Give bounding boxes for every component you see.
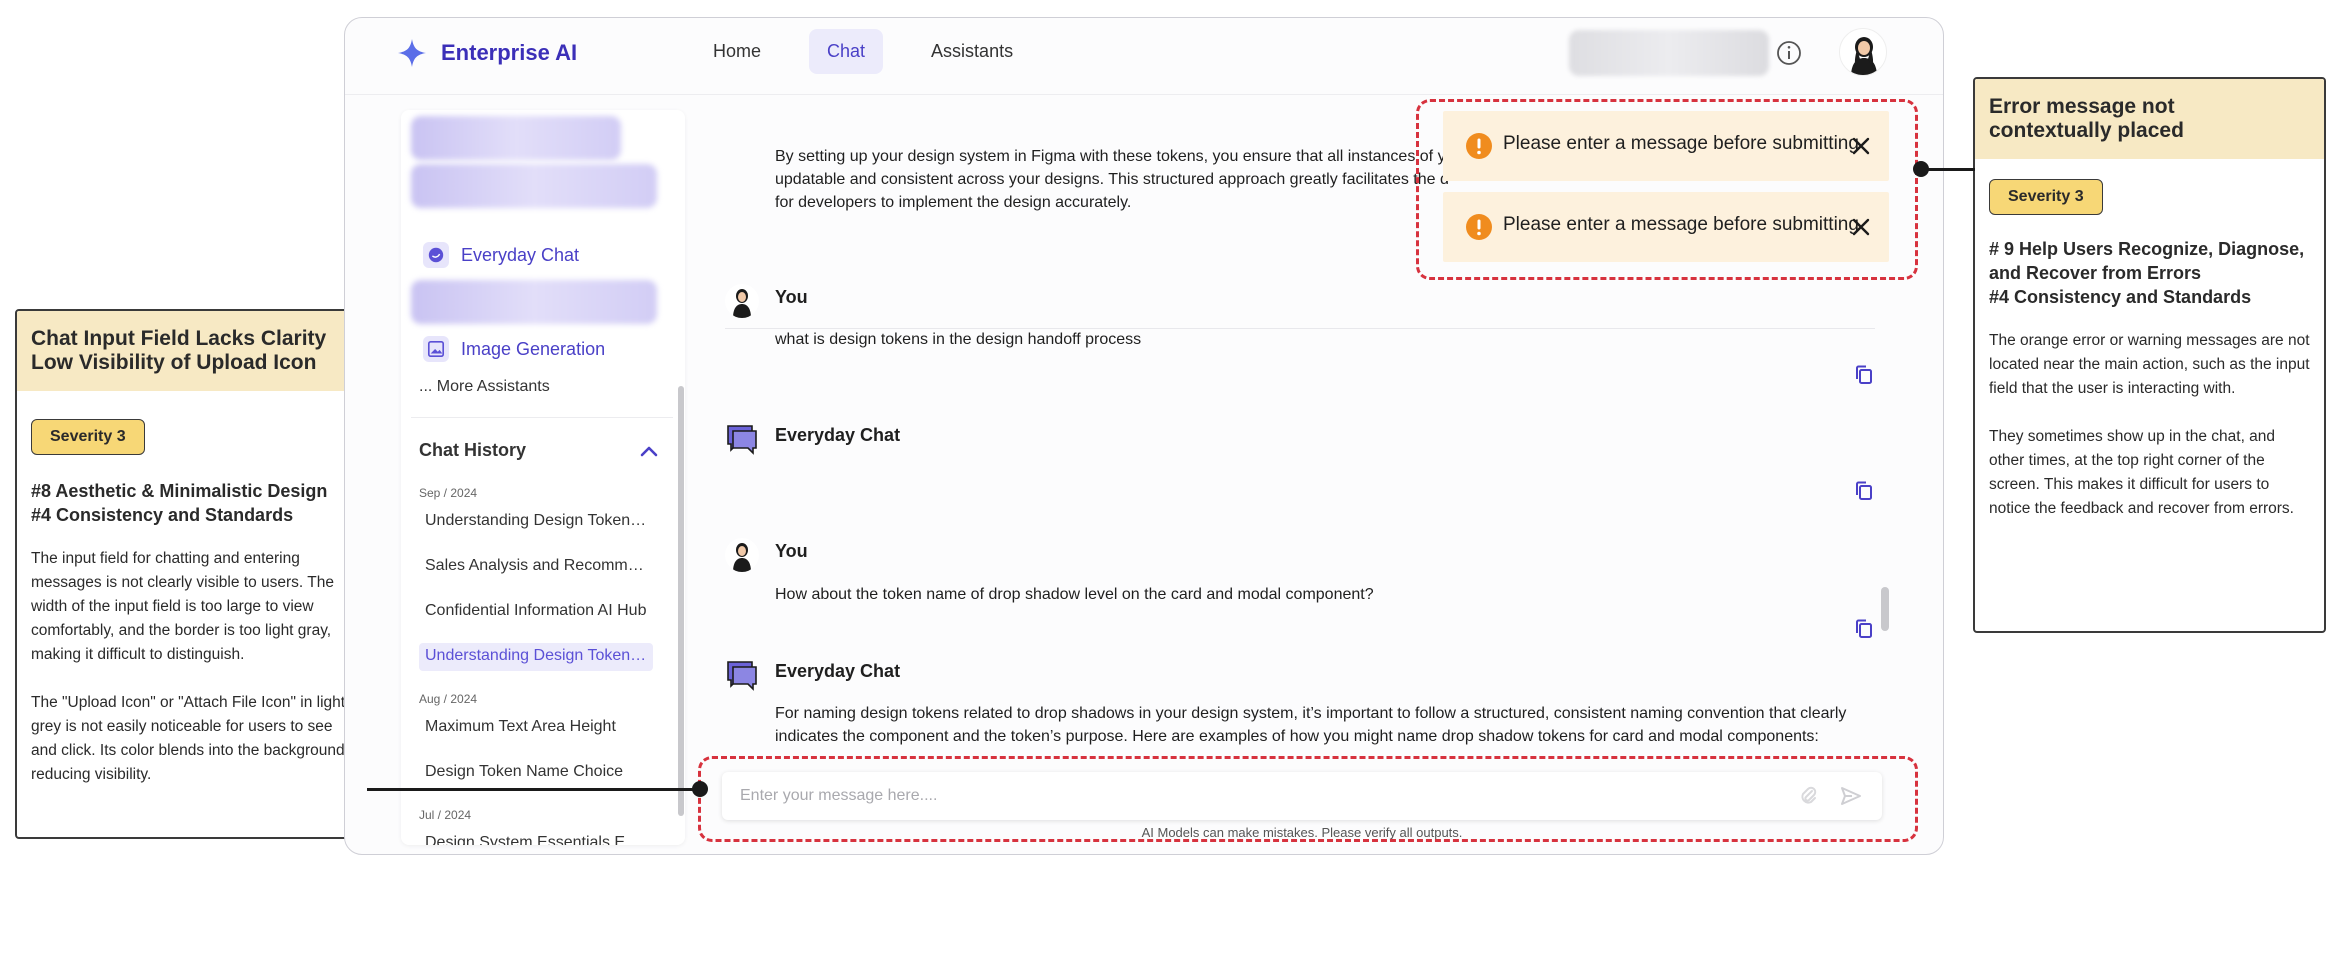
sidebar-scrollbar[interactable]: [678, 386, 684, 816]
chat-scrollbar[interactable]: [1881, 587, 1889, 631]
chat-history-title: Chat History: [419, 440, 527, 460]
annotation-title: Chat Input Field Lacks Clarity Low Visib…: [17, 311, 366, 391]
sparkle-icon: [398, 39, 426, 67]
blurred-search-field[interactable]: [1569, 30, 1769, 76]
history-item[interactable]: Design System Essentials Explained: [419, 830, 653, 845]
connector-line: [1921, 168, 1975, 171]
message-sender: Everyday Chat: [775, 425, 901, 445]
everyday-chat-avatar-icon: [727, 425, 757, 455]
annotation-paragraph: The input field for chatting and enterin…: [31, 550, 334, 663]
heuristic: #4 Consistency and Standards: [1989, 287, 2252, 307]
sidebar-divider: [411, 417, 673, 418]
user-message-avatar: [725, 284, 759, 318]
copy-icon[interactable]: [1852, 617, 1876, 641]
user-message-avatar: [725, 538, 759, 572]
connector-dot: [692, 781, 708, 797]
assistant-everyday-chat[interactable]: Everyday Chat: [423, 242, 579, 268]
nav-assistants[interactable]: Assistants: [913, 29, 1031, 74]
history-item[interactable]: Sales Analysis and Recommendations: [419, 553, 653, 581]
message-sender: You: [775, 541, 808, 561]
sidebar: Everyday Chat Image Generation ... More …: [401, 110, 685, 845]
annotation-error-message: Error message not contextually placed Se…: [1973, 77, 2326, 633]
annotation-paragraph: The orange error or warning messages are…: [1989, 332, 2310, 397]
connector-line: [367, 788, 700, 791]
history-item[interactable]: Maximum Text Area Height: [419, 714, 653, 742]
severity-badge: Severity 3: [1989, 179, 2103, 215]
history-item-active[interactable]: Understanding Design Tokens Naming: [419, 643, 653, 671]
severity-badge: Severity 3: [31, 419, 145, 455]
user-message-text: How about the token name of drop shadow …: [775, 586, 1374, 603]
history-month: Aug / 2024: [419, 692, 478, 706]
history-item[interactable]: Design Token Name Choice: [419, 759, 653, 787]
user-avatar-icon: [1851, 37, 1877, 75]
top-navigation-bar: Enterprise AI Home Chat Assistants: [345, 18, 1943, 94]
info-icon[interactable]: [1775, 39, 1803, 67]
main-nav: Home Chat Assistants: [695, 29, 1031, 74]
everyday-chat-avatar-icon: [727, 661, 757, 691]
heuristic: # 9 Help Users Recognize, Diagnose, and …: [1989, 239, 2305, 283]
user-avatar[interactable]: [1839, 28, 1887, 76]
highlight-input-field: [698, 756, 1918, 842]
assistant-message-text: For naming design tokens related to drop…: [775, 705, 1847, 745]
history-month: Jul / 2024: [419, 808, 472, 822]
copy-icon[interactable]: [1852, 479, 1876, 503]
chat-bubble-icon: [423, 242, 449, 268]
connector-dot: [1913, 161, 1929, 177]
copy-icon[interactable]: [1852, 363, 1876, 387]
message-sender: You: [775, 287, 808, 307]
blurred-assistant[interactable]: [411, 164, 657, 208]
brand-name: Enterprise AI: [441, 40, 578, 65]
blurred-assistant[interactable]: [411, 116, 621, 160]
heuristic: #4 Consistency and Standards: [31, 505, 294, 525]
annotation-title: Error message not contextually placed: [1975, 79, 2324, 159]
image-icon: [423, 336, 449, 362]
nav-chat[interactable]: Chat: [809, 29, 884, 74]
chevron-up-icon[interactable]: [637, 440, 661, 464]
heuristic: #8 Aesthetic & Minimalistic Design: [31, 481, 328, 501]
annotation-input-field: Chat Input Field Lacks Clarity Low Visib…: [15, 309, 368, 839]
nav-home[interactable]: Home: [695, 29, 779, 74]
brand-logo[interactable]: Enterprise AI: [397, 38, 577, 68]
annotation-paragraph: They sometimes show up in the chat, and …: [1989, 428, 2294, 517]
annotation-paragraph: The "Upload Icon" or "Attach File Icon" …: [31, 694, 349, 783]
assistant-message-text: By setting up your design system in Figm…: [775, 148, 1455, 211]
history-item[interactable]: Understanding Design Tokens in Design Ha…: [419, 508, 653, 536]
history-month: Sep / 2024: [419, 486, 478, 500]
message-sender: Everyday Chat: [775, 661, 901, 681]
more-assistants-link[interactable]: ... More Assistants: [419, 378, 550, 396]
blurred-assistant[interactable]: [411, 280, 657, 324]
highlight-error-toasts: [1416, 99, 1918, 280]
assistant-image-generation[interactable]: Image Generation: [423, 336, 605, 362]
user-message-text: what is design tokens in the design hand…: [775, 331, 1142, 348]
history-item[interactable]: Confidential Information AI Hub: [419, 598, 653, 626]
